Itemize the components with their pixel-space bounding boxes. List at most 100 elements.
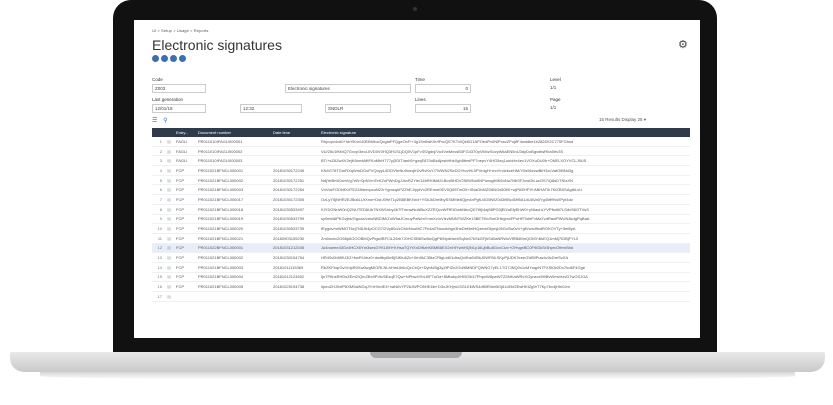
- action-button-1[interactable]: [152, 55, 159, 62]
- document-icon[interactable]: ▤: [164, 214, 174, 225]
- table-row[interactable]: 3 ▤ FAGLI PR011010IFAGLI000003 BT/+sZ6Zw4V2e…: [152, 155, 690, 167]
- document-icon[interactable]: ▤: [164, 137, 174, 147]
- last-generation-user[interactable]: SNDLR: [325, 104, 391, 113]
- table-row[interactable]: 12 ▤ FCP PR011022BFNCL000001 20181031212045 J…: [152, 243, 690, 254]
- date-time-cell: 20181030533497: [271, 204, 319, 215]
- breadcrumb[interactable]: UI > Setup > Usage > Reports: [152, 28, 209, 33]
- row-number: 3: [152, 155, 164, 167]
- signature-cell: Zm0wniv2G58p6GOOBMQvPtgs0BFCiLZ6rh7J0HCS…: [319, 233, 690, 244]
- list-view-icon[interactable]: ☰: [152, 118, 157, 124]
- gear-icon[interactable]: ⚙: [678, 40, 688, 51]
- col-date-time[interactable]: Date time: [271, 128, 319, 137]
- action-button-2[interactable]: [161, 55, 168, 62]
- document-icon[interactable]: ▤: [164, 262, 174, 273]
- lines-field[interactable]: 15: [415, 104, 471, 113]
- entry-cell: FCP: [174, 214, 196, 225]
- table-header: Entry... Document number Date time Elect…: [152, 128, 690, 137]
- document-icon[interactable]: ▤: [164, 272, 174, 283]
- document-icon[interactable]: ▤: [164, 175, 174, 186]
- signature-cell: RbZKFbqrGvIVdpR0Xw0wgMIGRLNLhHmUh6oQzCbQ…: [319, 262, 690, 273]
- last-generation-time[interactable]: 12:32: [240, 104, 302, 113]
- table-row[interactable]: 4 ▤ FCP PR011021BFNCL000001 20181030172245 KN…: [152, 165, 690, 176]
- last-generation-date[interactable]: 12/01/18: [152, 104, 206, 113]
- date-time-cell: 20181011115369: [271, 262, 319, 273]
- search-icon[interactable]: ⚲: [163, 118, 167, 124]
- code-field[interactable]: Z003: [152, 84, 206, 93]
- date-time-cell: [271, 146, 319, 157]
- col-row-number: [152, 128, 164, 137]
- document-icon[interactable]: ▤: [164, 184, 174, 196]
- signatures-table: Entry... Document number Date time Elect…: [152, 128, 690, 302]
- document-icon[interactable]: ▤: [164, 194, 174, 205]
- table-row[interactable]: 17 ▤: [152, 291, 690, 302]
- table-row[interactable]: 16 ▤ FCP PR011021BFNCL000005 20181025194738 i…: [152, 281, 690, 292]
- description-field[interactable]: Electronic signatures: [285, 84, 411, 93]
- document-number-cell: PR011021BFNCL000003: [196, 184, 271, 196]
- table-row[interactable]: 5 ▤ FCP PR011021BFNCL000002 20181030172251 Nd…: [152, 175, 690, 186]
- document-icon[interactable]: ▤: [164, 204, 174, 215]
- document-number-cell: PR011010IFAGLI000002: [196, 146, 271, 157]
- signature-cell: [319, 291, 690, 302]
- document-icon[interactable]: ▤: [164, 165, 174, 176]
- entry-cell: FCP: [174, 204, 196, 215]
- action-button-4[interactable]: [179, 55, 186, 62]
- document-number-cell: PR011021BFNCL000017: [196, 194, 271, 205]
- signature-cell: KN4G78TGmRXqWmDGoFVQnyyL0DDVfrrNu9nnxjfr…: [319, 165, 690, 176]
- last-generation-label: Last generation: [152, 97, 184, 102]
- entry-cell: FAGLI: [174, 137, 196, 147]
- time-field[interactable]: 0: [415, 84, 471, 93]
- date-time-cell: 20181030172245: [271, 165, 319, 176]
- level-value: 1/1: [550, 85, 557, 90]
- table-row[interactable]: 15 ▤ FCP PR011021BFNCL000004 20181012124502 I…: [152, 272, 690, 283]
- date-time-cell: 20181030154754: [271, 252, 319, 263]
- entry-cell: [174, 291, 196, 302]
- document-icon[interactable]: ▤: [164, 155, 174, 167]
- date-time-cell: [271, 155, 319, 167]
- table-row[interactable]: 13 ▤ FCP PR011021BFNCL000002 20181030154754 H…: [152, 252, 690, 263]
- table-row[interactable]: 11 ▤ FCP PR011021BFNCL000021 20180903155230 Z…: [152, 233, 690, 244]
- table-row[interactable]: 7 ▤ FCP PR011021BFNCL000017 20181030172305 Oz…: [152, 194, 690, 205]
- col-entry[interactable]: Entry...: [174, 128, 196, 137]
- document-icon[interactable]: ▤: [164, 243, 174, 254]
- time-label: Time: [415, 77, 425, 82]
- table-row[interactable]: 1 ▤ FAGLI PR011010IFAGLI000001 Rhpopv4cd0+hk…: [152, 137, 690, 147]
- row-number: 2: [152, 146, 164, 157]
- page-value: 1/1: [550, 105, 557, 110]
- document-icon[interactable]: ▤: [164, 281, 174, 292]
- row-number: 9: [152, 214, 164, 225]
- document-number-cell: PR011021BFNCL000019: [196, 214, 271, 225]
- document-icon[interactable]: ▤: [164, 146, 174, 157]
- date-time-cell: 20181030172305: [271, 194, 319, 205]
- document-icon[interactable]: ▤: [164, 233, 174, 244]
- entry-cell: FCP: [174, 272, 196, 283]
- table-row[interactable]: 14 ▤ FCP PR011021BFNCL000003 20181011115369 R…: [152, 262, 690, 273]
- signature-cell: KIYDGNnW0nQ2NUTED6Ub7NXW1hby4bTfTmnwNuNB…: [319, 204, 690, 215]
- signature-cell: NdjYeBrtX0xmVg7eB+0pNVmTeKZuPWnDgJJsxRZY…: [319, 175, 690, 186]
- action-buttons: [152, 55, 186, 62]
- date-time-cell: 20181030172251: [271, 175, 319, 186]
- document-icon[interactable]: ▤: [164, 291, 174, 302]
- signature-cell: HR40v0h5f0U3G+bwRlJrhz0+dwifbyl0eBjSlKfu…: [319, 252, 690, 263]
- signature-cell: Rhpopv4cd0+hkYiKcnU0EBh9ocQcgiaPFQgeOcF/…: [319, 137, 690, 147]
- row-number: 15: [152, 272, 164, 283]
- col-document-number[interactable]: Document number: [196, 128, 271, 137]
- document-icon[interactable]: ▤: [164, 223, 174, 234]
- table-row[interactable]: 9 ▤ FCP PR011021BFNCL000019 20181030533799 sy…: [152, 214, 690, 225]
- table-row[interactable]: 6 ▤ FCP PR011021BFNCL000003 20181030172254 Vn…: [152, 184, 690, 196]
- action-button-3[interactable]: [170, 55, 177, 62]
- row-number: 10: [152, 223, 164, 234]
- entry-cell: FAGLI: [174, 155, 196, 167]
- lines-label: Lines: [415, 97, 426, 102]
- document-number-cell: PR011021BFNCL000003: [196, 262, 271, 273]
- date-time-cell: 20181030533739: [271, 223, 319, 234]
- document-icon[interactable]: ▤: [164, 252, 174, 263]
- table-row[interactable]: 10 ▤ FCP PR011021BFNCL000020 20181030533739 f…: [152, 223, 690, 234]
- table-row[interactable]: 8 ▤ FCP PR011021BFNCL000018 20181030533497 KI…: [152, 204, 690, 215]
- document-number-cell: PR011021BFNCL000005: [196, 281, 271, 292]
- signature-cell: fEpgdv/mWMOT6zj7N5Jh4pOCG7/2Vy80o/zCMvNo…: [319, 223, 690, 234]
- table-row[interactable]: 2 ▤ FAGLI PR011010IFAGLI000002 VU/25c1fKfdQ7…: [152, 146, 690, 157]
- page-title: Electronic signatures: [152, 37, 282, 53]
- col-electronic-signature[interactable]: Electronic signature: [319, 128, 690, 137]
- entry-cell: FCP: [174, 223, 196, 234]
- results-count[interactable]: 15 Results Display 25 ▾: [599, 117, 646, 123]
